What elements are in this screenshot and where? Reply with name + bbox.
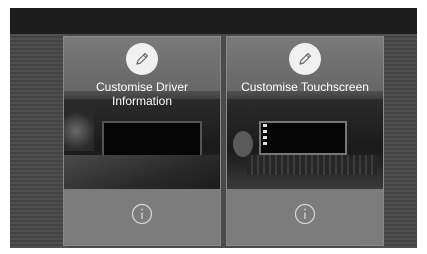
- touchscreen-buttons-shape: [263, 124, 267, 148]
- card-title-line-2: Information: [111, 94, 173, 108]
- card-title: Customise Driver Information: [64, 80, 220, 108]
- touchscreen-shape: [259, 121, 347, 155]
- status-bar: [10, 8, 417, 34]
- card-footer: [64, 189, 220, 245]
- console-vents-shape: [247, 155, 377, 175]
- dashboard-shape: [64, 155, 220, 189]
- info-icon[interactable]: [294, 203, 316, 225]
- card-title-line-1: Customise Touchscreen: [241, 80, 369, 94]
- card-title-line-1: Customise Driver: [95, 80, 188, 94]
- touchscreen-photo: [227, 91, 383, 189]
- card-title: Customise Touchscreen: [227, 80, 383, 94]
- steering-wheel-shape: [233, 131, 253, 157]
- display-screen: Customise Driver Information Customise T…: [10, 8, 417, 248]
- info-icon[interactable]: [131, 203, 153, 225]
- customise-touchscreen-card[interactable]: Customise Touchscreen: [226, 36, 384, 246]
- customise-driver-information-card[interactable]: Customise Driver Information: [63, 36, 221, 246]
- card-header: Customise Touchscreen: [227, 37, 383, 99]
- pencil-icon[interactable]: [126, 43, 158, 75]
- background-stripes-left: [10, 34, 68, 248]
- driver-display-shape: [102, 121, 202, 159]
- card-header: Customise Driver Information: [64, 37, 220, 108]
- card-footer: [227, 189, 383, 245]
- pencil-icon[interactable]: [289, 43, 321, 75]
- steering-wheel-shape: [64, 111, 94, 151]
